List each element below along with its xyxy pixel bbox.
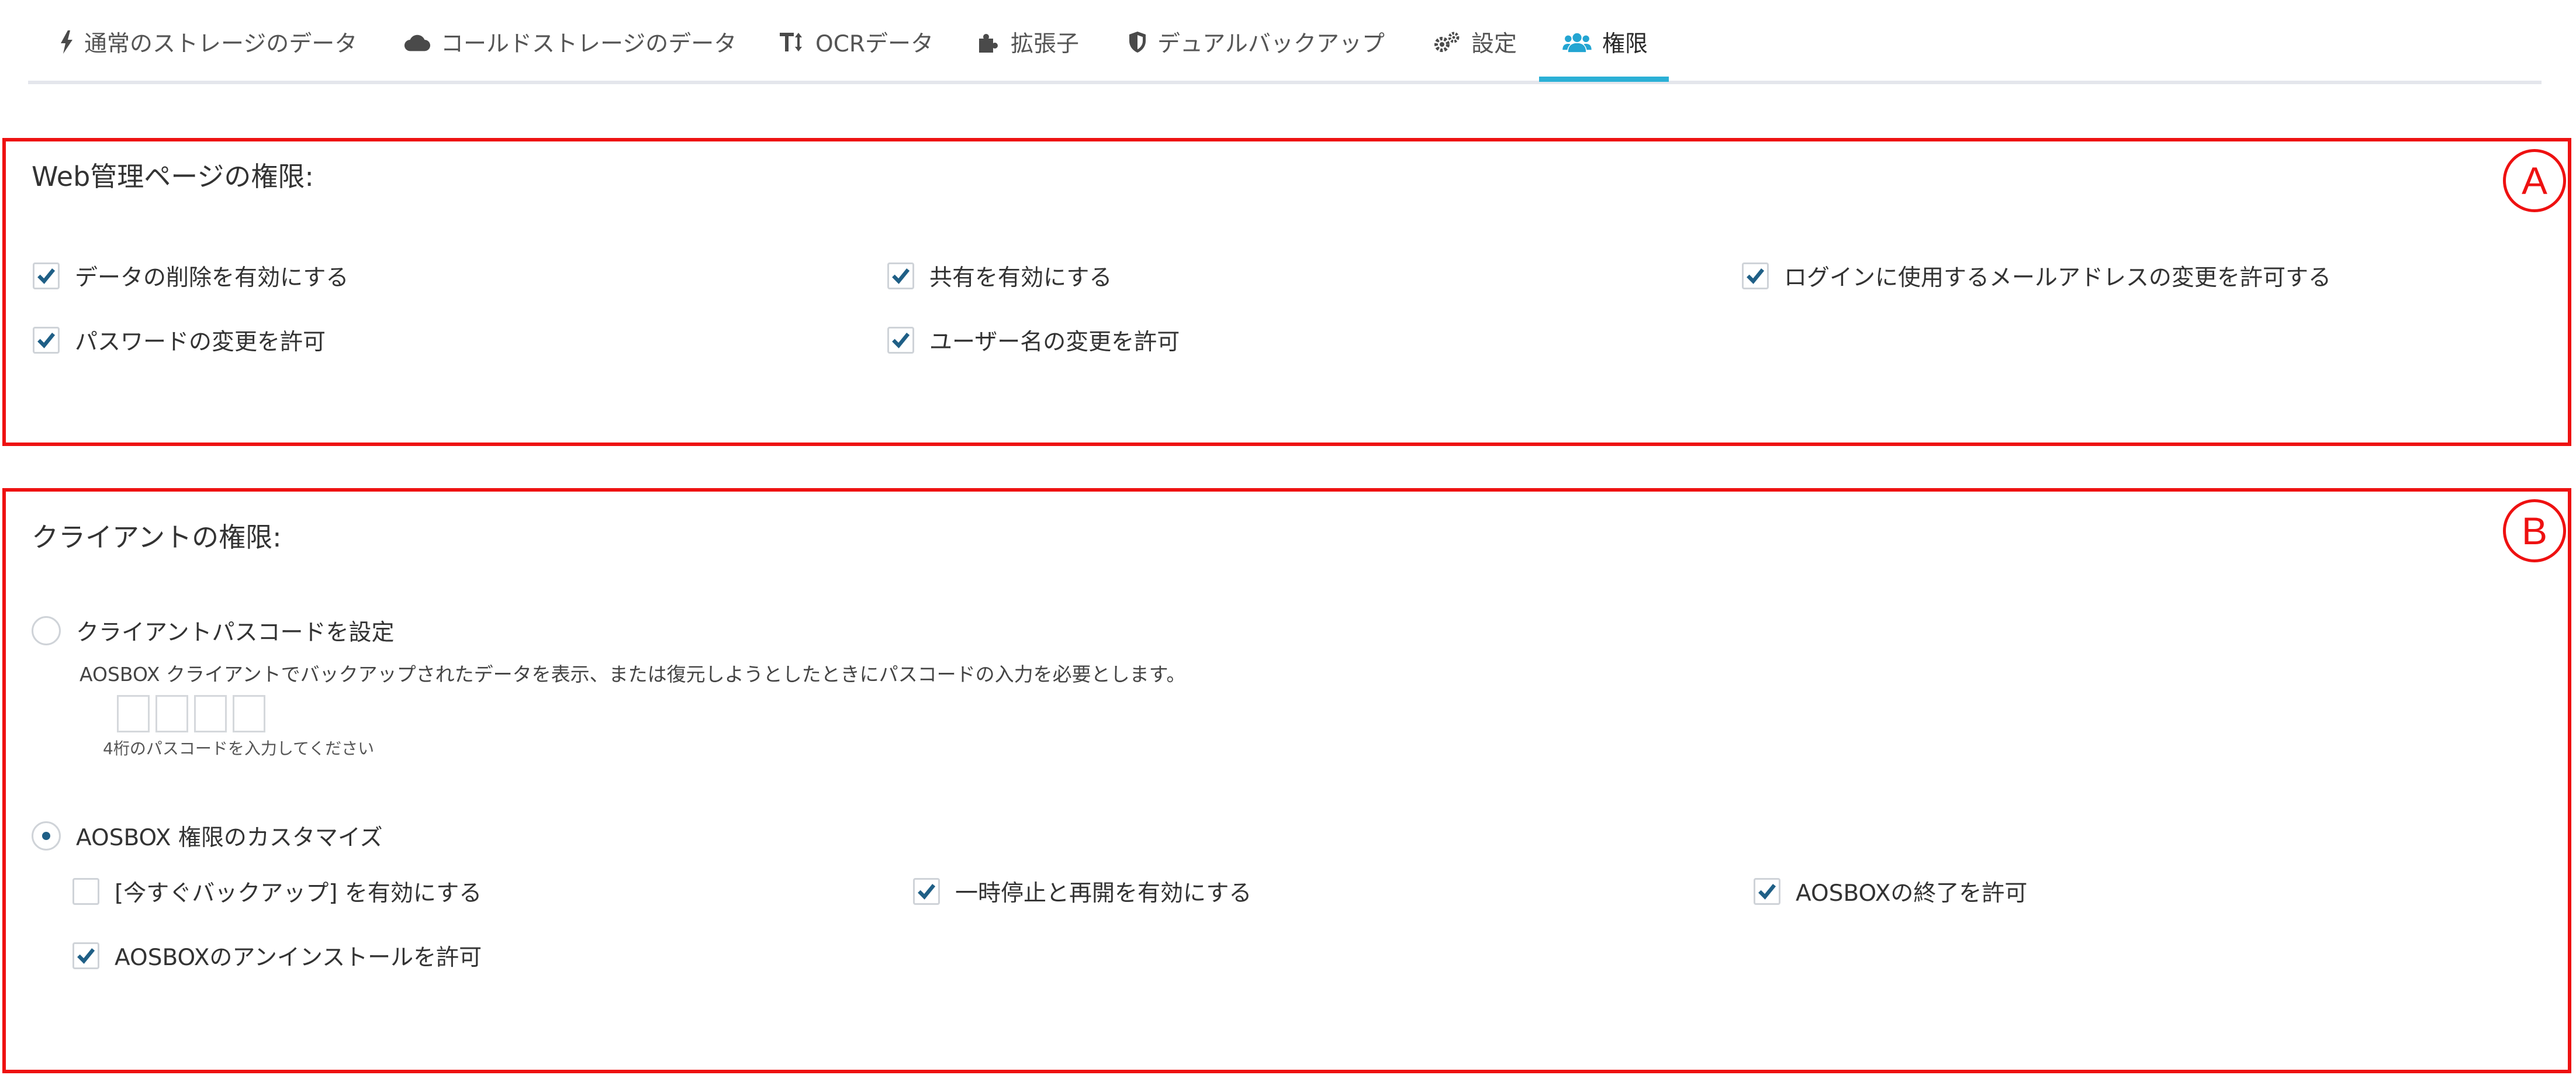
radio-set-client-passcode[interactable]: クライアントパスコードを設定	[32, 614, 394, 647]
cloud-icon	[403, 32, 430, 52]
checkbox-unchecked[interactable]	[72, 878, 99, 905]
checkbox-checked[interactable]	[1754, 878, 1780, 905]
option-enable-sharing[interactable]: 共有を有効にする	[887, 260, 1112, 292]
active-tab-indicator	[1539, 77, 1669, 82]
tab-label: OCRデータ	[815, 31, 934, 57]
checkbox-checked[interactable]	[887, 327, 914, 354]
option-label: ログインに使用するメールアドレスの変更を許可する	[1784, 265, 2332, 291]
passcode-digit-input[interactable]	[233, 695, 265, 732]
annotation-marker-b: B	[2503, 499, 2566, 562]
tab-label: デュアルバックアップ	[1157, 31, 1385, 57]
web-admin-permissions-panel: Web管理ページの権限: A データの削除を有効にする 共有を有効にする ログイ…	[2, 138, 2571, 446]
checkbox-checked[interactable]	[33, 262, 60, 289]
shield-icon	[1128, 30, 1147, 54]
option-allow-login-email-change[interactable]: ログインに使用するメールアドレスの変更を許可する	[1742, 260, 2331, 292]
gears-icon	[1433, 30, 1461, 54]
option-label: [今すぐバックアップ] を有効にする	[115, 880, 482, 907]
passcode-digit-input[interactable]	[117, 695, 150, 732]
passcode-digit-input[interactable]	[155, 695, 188, 732]
tab-bar: 通常のストレージのデータ コールドストレージのデータ OCRデータ 拡張子 デュ…	[28, 0, 2542, 84]
puzzle-icon	[977, 30, 1000, 54]
passcode-digit-input[interactable]	[194, 695, 227, 732]
tab-dual-backup[interactable]: デュアルバックアップ	[1128, 0, 1385, 84]
tab-label: 通常のストレージのデータ	[84, 31, 358, 57]
option-enable-data-deletion[interactable]: データの削除を有効にする	[33, 260, 348, 292]
checkbox-checked[interactable]	[1742, 262, 1769, 289]
tab-label: コールドストレージのデータ	[441, 31, 737, 57]
checkbox-checked[interactable]	[72, 942, 99, 969]
option-label: データの削除を有効にする	[75, 265, 349, 291]
checkbox-checked[interactable]	[887, 262, 914, 289]
lightning-icon	[60, 30, 74, 54]
tab-extensions[interactable]: 拡張子	[977, 0, 1079, 84]
option-allow-aosbox-uninstall[interactable]: AOSBOXのアンインストールを許可	[72, 939, 482, 972]
tab-settings[interactable]: 設定	[1433, 0, 1517, 84]
option-label: ユーザー名の変更を許可	[929, 329, 1180, 355]
tab-ocr-data[interactable]: OCRデータ	[778, 0, 933, 84]
option-label: AOSBOXのアンインストールを許可	[115, 945, 482, 971]
tab-permissions[interactable]: 権限	[1562, 0, 1648, 84]
option-label: クライアントパスコードを設定	[76, 620, 395, 646]
section-title: クライアントの権限:	[32, 521, 282, 553]
option-allow-username-change[interactable]: ユーザー名の変更を許可	[887, 324, 1180, 357]
option-label: 一時停止と再開を有効にする	[955, 880, 1252, 907]
option-label: パスワードの変更を許可	[75, 329, 326, 355]
option-label: AOSBOXの終了を許可	[1796, 880, 2028, 907]
tab-normal-storage[interactable]: 通常のストレージのデータ	[60, 0, 357, 84]
radio-unselected[interactable]	[32, 616, 61, 645]
option-allow-password-change[interactable]: パスワードの変更を許可	[33, 324, 326, 357]
passcode-description: AOSBOX クライアントでバックアップされたデータを表示、または復元しようとし…	[79, 663, 1186, 686]
tab-cold-storage[interactable]: コールドストレージのデータ	[403, 0, 737, 84]
text-height-icon	[778, 30, 805, 54]
tab-label: 設定	[1471, 31, 1517, 57]
option-label: 共有を有効にする	[929, 265, 1112, 291]
radio-customize-aosbox-permissions[interactable]: AOSBOX 権限のカスタマイズ	[32, 820, 383, 852]
section-title: Web管理ページの権限:	[32, 161, 314, 192]
option-label: AOSBOX 権限のカスタマイズ	[76, 825, 383, 851]
option-enable-pause-resume[interactable]: 一時停止と再開を有効にする	[913, 875, 1251, 908]
tab-label: 拡張子	[1011, 31, 1080, 57]
radio-selected[interactable]	[32, 821, 61, 851]
client-permissions-panel: クライアントの権限: B クライアントパスコードを設定 AOSBOX クライアン…	[2, 488, 2571, 1073]
annotation-marker-a: A	[2503, 149, 2566, 212]
users-icon	[1562, 31, 1592, 53]
passcode-hint: 4桁のパスコードを入力してください	[103, 739, 375, 758]
option-allow-aosbox-exit[interactable]: AOSBOXの終了を許可	[1754, 875, 2027, 908]
checkbox-checked[interactable]	[913, 878, 940, 905]
checkbox-checked[interactable]	[33, 327, 60, 354]
tab-label: 権限	[1602, 31, 1648, 57]
option-enable-backup-now[interactable]: [今すぐバックアップ] を有効にする	[72, 875, 482, 908]
